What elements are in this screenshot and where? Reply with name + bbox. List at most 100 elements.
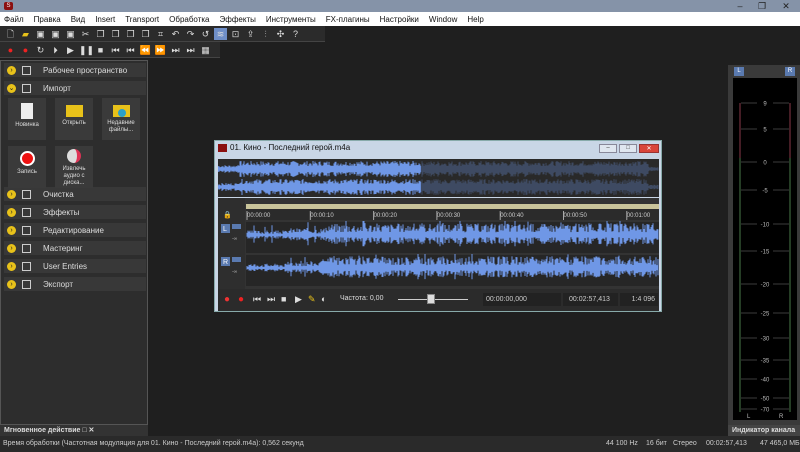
- selection-bar[interactable]: [246, 204, 659, 209]
- save-as-icon[interactable]: ▣: [49, 28, 62, 40]
- import-tile[interactable]: Открыть: [55, 98, 93, 140]
- save-all-icon[interactable]: ▣: [64, 28, 77, 40]
- meter-right-button[interactable]: R: [785, 67, 795, 76]
- menu-item[interactable]: Обработка: [169, 15, 209, 24]
- record-icon: [19, 146, 35, 166]
- undo-icon[interactable]: ↶: [169, 28, 182, 40]
- export-icon[interactable]: ⇪: [244, 28, 257, 40]
- chevron-right-icon[interactable]: ›: [7, 261, 16, 271]
- sidebar-section[interactable]: ⌄ Импорт: [4, 81, 146, 95]
- chevron-right-icon[interactable]: ›: [7, 65, 16, 75]
- cut-icon[interactable]: ✂: [79, 28, 92, 40]
- sidebar-section[interactable]: › Рабочее пространство: [4, 63, 146, 77]
- repeat-icon[interactable]: ↺: [199, 28, 212, 40]
- menu-item[interactable]: Настройки: [380, 15, 419, 24]
- section-icon: [22, 225, 31, 235]
- sidebar-section[interactable]: › Очистка: [4, 187, 146, 201]
- zoom-slider-thumb[interactable]: [427, 294, 435, 304]
- import-tile[interactable]: Извлечь аудио с диска...: [55, 146, 93, 188]
- close-button[interactable]: ✕: [774, 0, 798, 12]
- redo-icon[interactable]: ↷: [184, 28, 197, 40]
- help-icon[interactable]: ?: [289, 28, 302, 40]
- meter-left-button[interactable]: L: [734, 67, 744, 76]
- fast-forward-icon[interactable]: ⏩: [154, 44, 167, 56]
- copy-icon[interactable]: ❐: [94, 28, 107, 40]
- split-icon[interactable]: ⫶: [259, 28, 272, 40]
- record-settings-icon[interactable]: ●: [4, 44, 17, 56]
- save-icon[interactable]: ▣: [34, 28, 47, 40]
- sidebar-section[interactable]: › Эффекты: [4, 205, 146, 219]
- chevron-right-icon[interactable]: ›: [7, 243, 16, 253]
- loop-icon[interactable]: ↻: [34, 44, 47, 56]
- record-settings-icon[interactable]: ●: [224, 294, 230, 305]
- menu-item[interactable]: Help: [467, 15, 483, 24]
- instant-action-tab[interactable]: Мгновенное действие □ ✕: [0, 425, 148, 436]
- chevron-right-icon[interactable]: ›: [7, 279, 16, 289]
- play-icon[interactable]: ▶: [64, 44, 77, 56]
- cd-extract-icon: [67, 146, 81, 163]
- menu-item[interactable]: Window: [429, 15, 457, 24]
- stop-icon[interactable]: ■: [281, 294, 286, 304]
- sidebar-section[interactable]: › User Entries: [4, 259, 146, 273]
- menu-item[interactable]: Insert: [95, 15, 115, 24]
- paste-mix-icon[interactable]: ❐: [124, 28, 137, 40]
- chevron-down-icon[interactable]: ⌄: [7, 83, 16, 93]
- stop-icon[interactable]: ■: [94, 44, 107, 56]
- wave-edit-icon[interactable]: ≋: [214, 27, 227, 40]
- sidebar-section[interactable]: › Мастеринг: [4, 241, 146, 255]
- play-selection-icon[interactable]: ⏵: [49, 44, 62, 56]
- pencil-icon[interactable]: ✎: [308, 294, 316, 305]
- rewind-icon[interactable]: ⏪: [139, 44, 152, 56]
- new-file-icon[interactable]: 🗋: [4, 28, 17, 40]
- fx-icon[interactable]: ✣: [274, 28, 287, 40]
- menu-item[interactable]: Файл: [4, 15, 24, 24]
- record-icon[interactable]: ●: [238, 294, 244, 305]
- sidebar-section[interactable]: › Экспорт: [4, 277, 146, 291]
- go-end-icon[interactable]: ⏭: [267, 294, 275, 305]
- sidebar-section[interactable]: › Редактирование: [4, 223, 146, 237]
- go-start-icon[interactable]: ⏮: [109, 44, 122, 56]
- maximize-button[interactable]: ❐: [750, 0, 774, 12]
- prev-marker-icon[interactable]: ⏮: [124, 44, 137, 56]
- import-tile[interactable]: Запись: [8, 146, 46, 188]
- menu-item[interactable]: Эффекты: [220, 15, 256, 24]
- record-icon[interactable]: ●: [19, 44, 32, 56]
- menu-item[interactable]: Transport: [125, 15, 159, 24]
- meter-scale-label: -70: [761, 408, 770, 414]
- menu-item[interactable]: Инструменты: [266, 15, 316, 24]
- import-tile[interactable]: Недавние файлы...: [102, 98, 140, 140]
- meter-panel-tab[interactable]: Индикатор канала: [728, 425, 800, 436]
- window-restore-button[interactable]: □: [619, 144, 637, 153]
- meter-scale-label: -30: [761, 337, 770, 343]
- meter-scale-label: -35: [761, 359, 770, 365]
- window-minimize-button[interactable]: –: [599, 144, 617, 153]
- chevron-right-icon[interactable]: ›: [7, 189, 16, 199]
- lock-icon[interactable]: 🔒: [223, 211, 232, 219]
- play-icon[interactable]: ▶: [295, 294, 302, 305]
- zoom-view-icon[interactable]: ⊡: [229, 28, 242, 40]
- snapshot-icon[interactable]: ▦: [199, 44, 212, 56]
- scrub-icon[interactable]: ◐: [321, 294, 326, 304]
- menu-item[interactable]: Правка: [34, 15, 61, 24]
- paste-icon[interactable]: ❐: [109, 28, 122, 40]
- open-icon[interactable]: ▰: [19, 28, 32, 40]
- window-close-button[interactable]: ✕: [639, 144, 659, 153]
- channel-mute-button[interactable]: [232, 257, 241, 262]
- menu-item[interactable]: FX-плагины: [326, 15, 370, 24]
- pause-icon[interactable]: ❚❚: [79, 44, 94, 56]
- crop-icon[interactable]: ⌗: [154, 28, 167, 40]
- close-tab-icon[interactable]: ✕: [89, 427, 95, 434]
- overview-waveform[interactable]: [218, 159, 659, 197]
- pin-icon[interactable]: □: [82, 427, 86, 434]
- meter-scale: 950-5-10-15-20-25-30-35-40-50-70L R: [733, 78, 797, 420]
- import-tile[interactable]: Новинка: [8, 98, 46, 140]
- paste-new-icon[interactable]: ❐: [139, 28, 152, 40]
- go-end-icon[interactable]: ⏭: [184, 44, 197, 56]
- go-start-icon[interactable]: ⏮: [253, 294, 261, 305]
- chevron-right-icon[interactable]: ›: [7, 207, 16, 217]
- channel-mute-button[interactable]: [232, 224, 241, 229]
- chevron-right-icon[interactable]: ›: [7, 225, 16, 235]
- minimize-button[interactable]: –: [728, 0, 752, 12]
- menu-item[interactable]: Вид: [71, 15, 85, 24]
- next-marker-icon[interactable]: ⏭: [169, 44, 182, 56]
